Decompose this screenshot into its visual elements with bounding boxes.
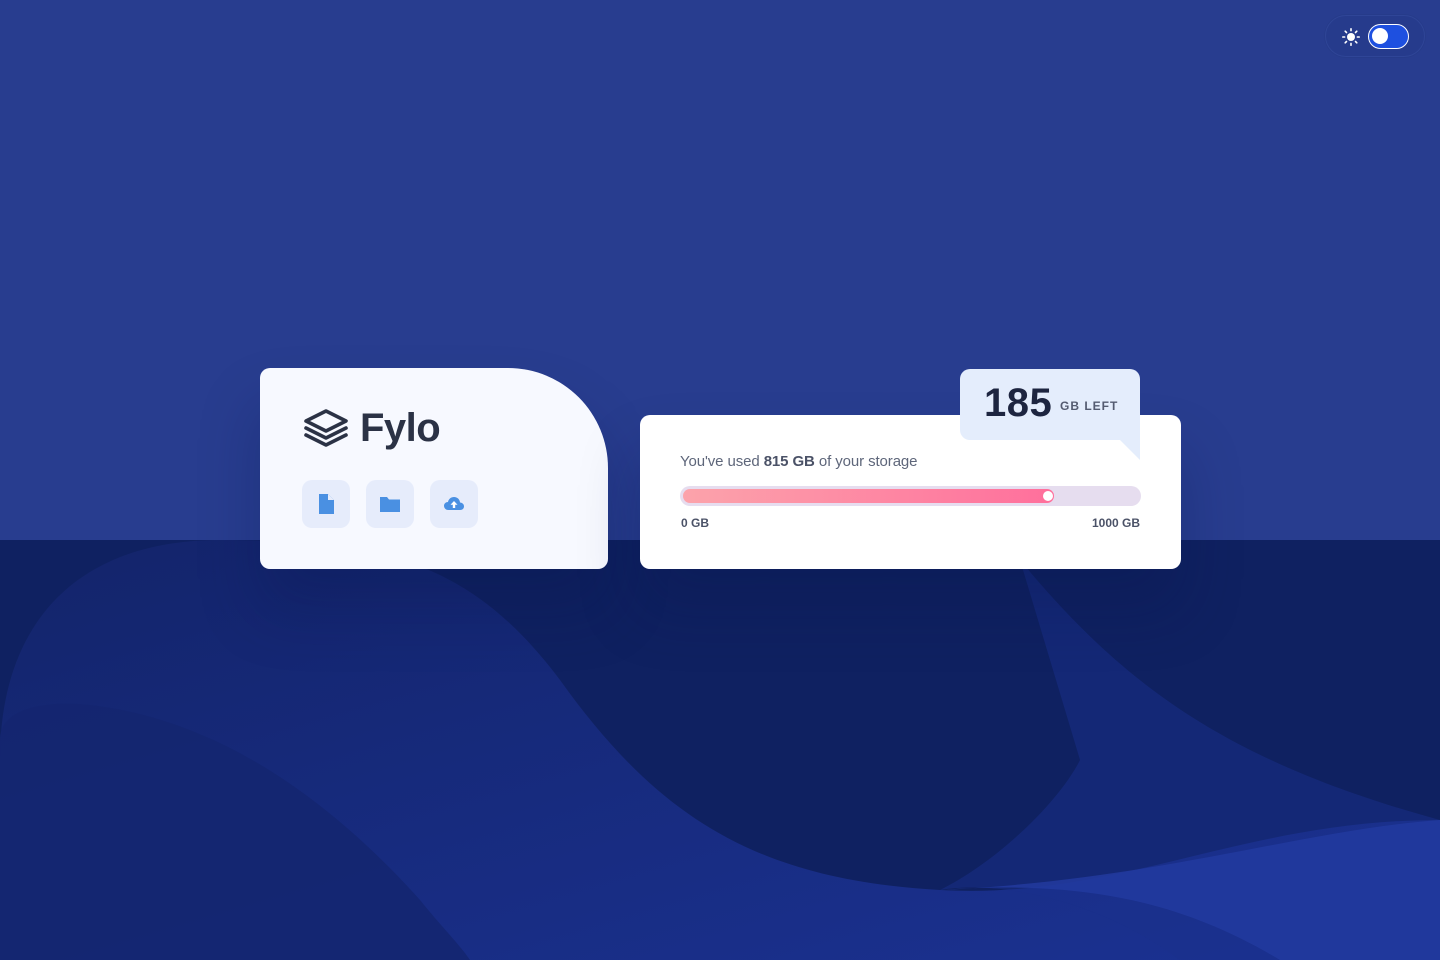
logo-card: Fylo bbox=[260, 368, 608, 569]
action-buttons bbox=[302, 480, 478, 528]
storage-usage-text: You've used 815 GB of your storage bbox=[680, 453, 918, 470]
remaining-number: 185 bbox=[984, 381, 1053, 425]
scale-min-label: 0 GB bbox=[681, 516, 710, 530]
theme-switch-knob bbox=[1372, 28, 1388, 44]
theme-switch[interactable] bbox=[1368, 24, 1409, 49]
folder-icon bbox=[380, 497, 400, 512]
sun-icon bbox=[1342, 28, 1360, 46]
stacked-layers-icon bbox=[304, 409, 348, 447]
remaining-badge: 185 GB LEFT bbox=[960, 369, 1140, 460]
folder-button[interactable] bbox=[366, 480, 414, 528]
file-button[interactable] bbox=[302, 480, 350, 528]
logo-text: Fylo bbox=[360, 405, 441, 450]
storage-progress-bar bbox=[680, 486, 1141, 506]
remaining-unit: GB LEFT bbox=[1060, 399, 1119, 413]
badge-tail bbox=[1120, 440, 1140, 460]
usage-suffix: of your storage bbox=[814, 453, 918, 470]
storage-progress-knob bbox=[1043, 491, 1053, 501]
usage-amount: 815 GB bbox=[763, 453, 815, 470]
storage-progress-fill bbox=[683, 489, 1054, 503]
file-icon bbox=[319, 494, 334, 514]
theme-toggle[interactable] bbox=[1325, 15, 1425, 57]
usage-prefix: You've used bbox=[680, 453, 764, 470]
logo: Fylo bbox=[302, 405, 441, 450]
upload-button[interactable] bbox=[430, 480, 478, 528]
upload-icon bbox=[444, 497, 464, 510]
scale-max-label: 1000 GB bbox=[1091, 516, 1140, 530]
